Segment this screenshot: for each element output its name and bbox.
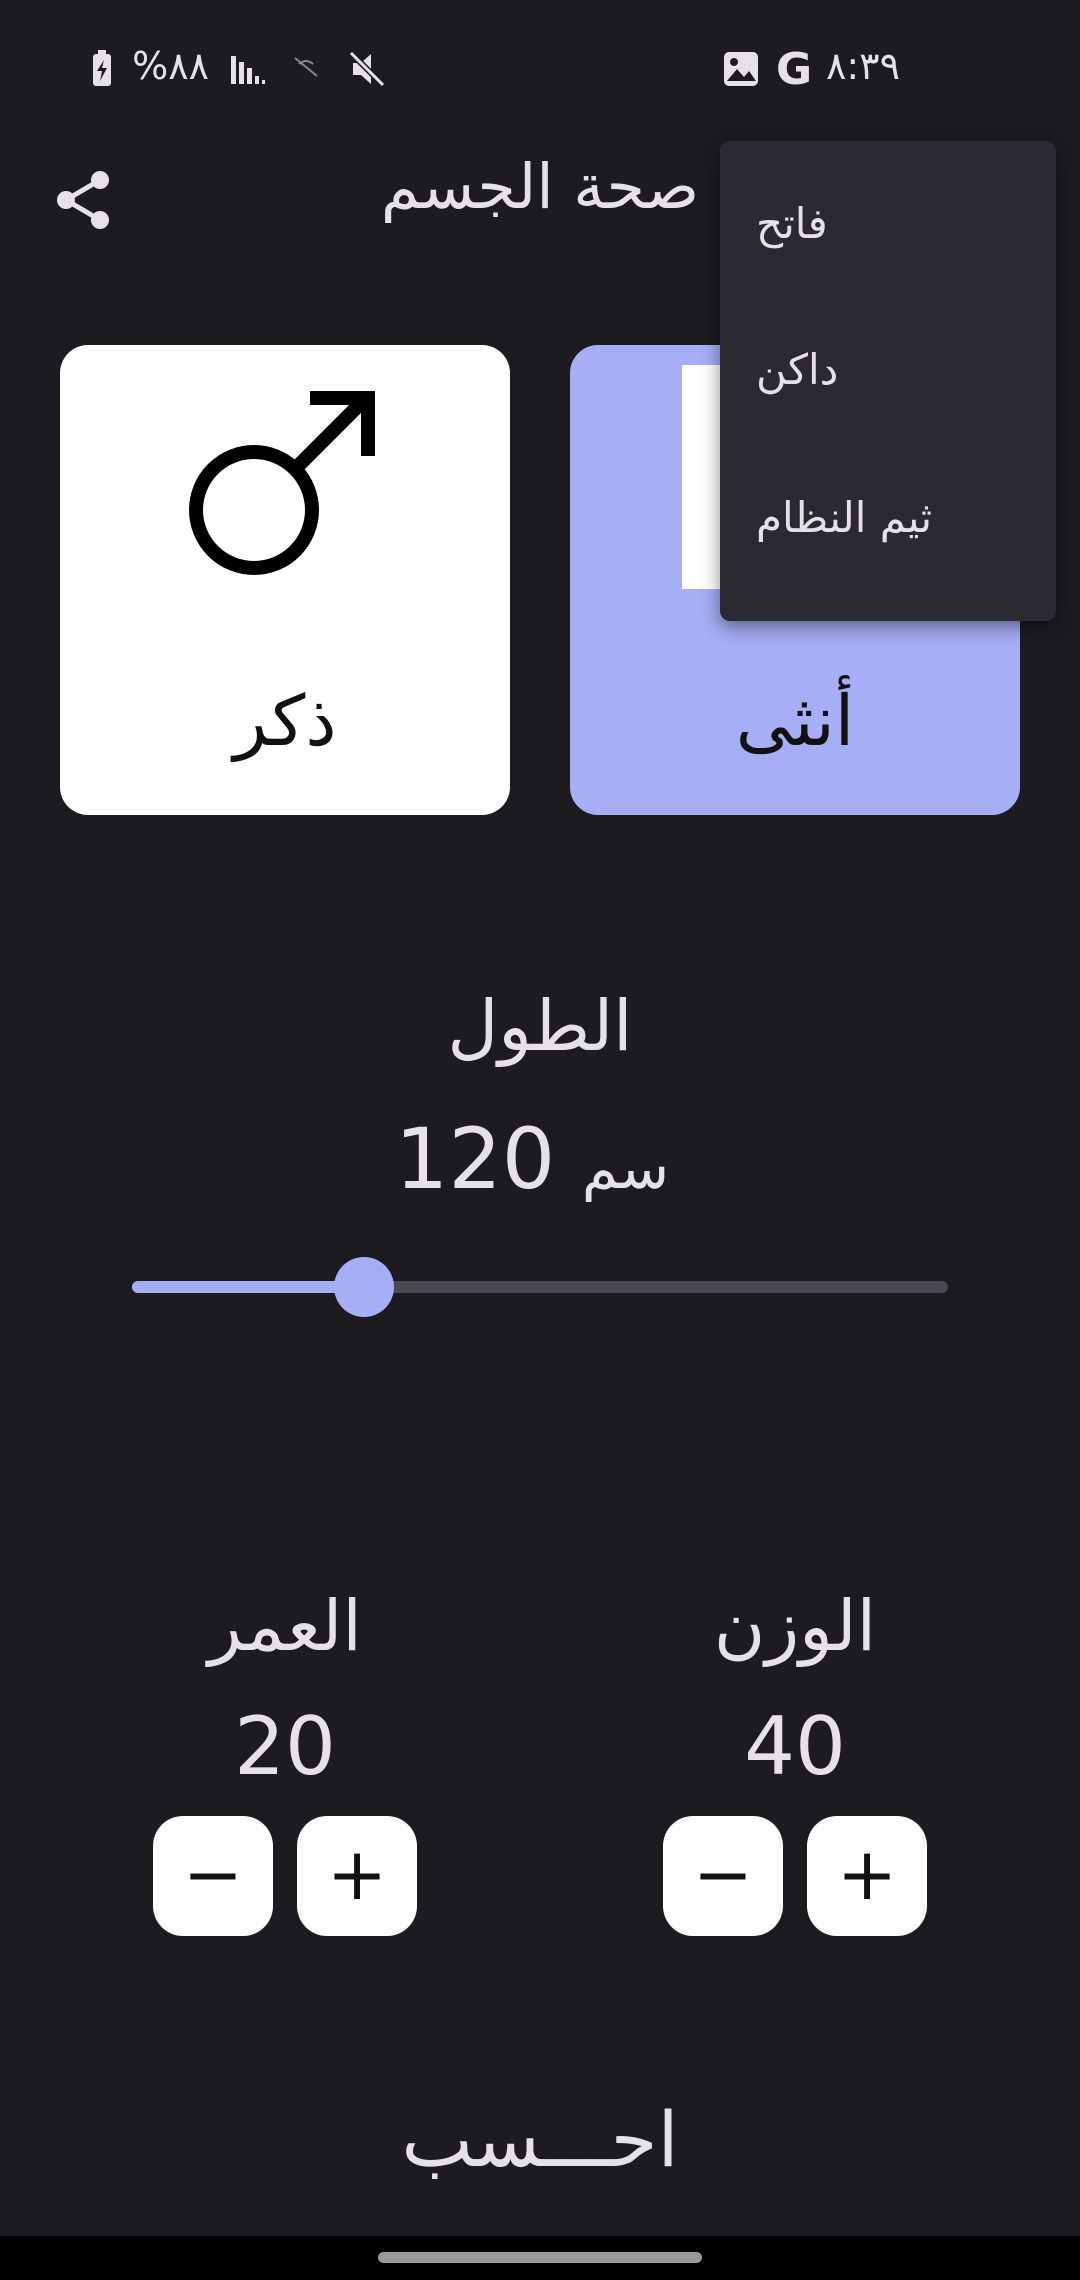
wifi-off-icon (294, 56, 318, 77)
height-label: الطول (447, 985, 633, 1067)
age-plus-button[interactable]: + (297, 1816, 417, 1936)
male-card[interactable]: ذكر (60, 345, 510, 815)
mute-icon (349, 50, 386, 87)
menu-item-dark[interactable]: داكن (756, 345, 1036, 445)
calculate-button[interactable]: احـــسب (0, 2095, 1080, 2184)
battery-percent: %٨٨ (132, 44, 210, 88)
weight-label: الوزن (713, 1585, 877, 1667)
height-value: 120 (394, 1110, 556, 1208)
height-unit: سم (581, 1134, 670, 1202)
home-indicator[interactable] (378, 2252, 702, 2263)
age-label: العمر (208, 1585, 362, 1667)
male-symbol-box (172, 370, 396, 592)
weight-minus-button[interactable]: − (663, 1816, 783, 1936)
height-slider-active (132, 1281, 364, 1293)
theme-menu: فاتح داكن ثيم النظام (720, 141, 1056, 621)
clock: ٨:٣٩ (825, 44, 900, 88)
male-label: ذكر (233, 680, 337, 762)
weight-value: 40 (744, 1700, 846, 1793)
signal-icon (231, 55, 266, 84)
female-label: أنثى (735, 680, 855, 762)
google-icon: G (776, 44, 813, 95)
gallery-icon (722, 50, 760, 92)
weight-plus-button[interactable]: + (807, 1816, 927, 1936)
menu-item-light[interactable]: فاتح (756, 199, 1036, 299)
age-minus-button[interactable]: − (153, 1816, 273, 1936)
height-slider-thumb[interactable] (334, 1257, 394, 1317)
menu-item-system-theme[interactable]: ثيم النظام (756, 493, 1036, 593)
battery-icon (93, 49, 111, 86)
male-symbol-icon (189, 391, 375, 575)
height-value-row: 120 سم (0, 1110, 1080, 1208)
age-value: 20 (234, 1700, 336, 1793)
battery-status: %٨٨ (90, 44, 387, 89)
